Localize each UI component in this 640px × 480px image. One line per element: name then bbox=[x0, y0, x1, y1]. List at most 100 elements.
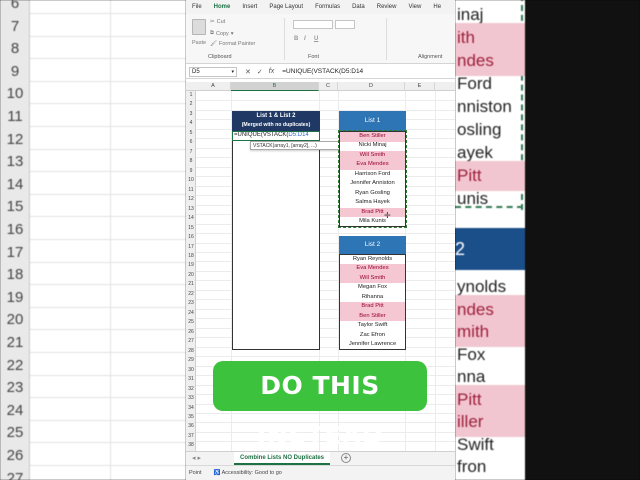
bold-button[interactable]: B bbox=[294, 36, 298, 42]
background-row-number: 19 bbox=[6, 288, 24, 306]
row-header[interactable]: 36 bbox=[186, 422, 196, 432]
background-row-number: 14 bbox=[6, 175, 24, 193]
background-row-number: 6 bbox=[10, 0, 20, 12]
font-size-box[interactable] bbox=[335, 20, 355, 29]
list-item[interactable]: Brad Pitt bbox=[340, 302, 405, 312]
ribbon-tab-view[interactable]: View bbox=[402, 0, 427, 14]
row-header[interactable]: 5 bbox=[186, 129, 196, 139]
row-header[interactable]: 12 bbox=[186, 195, 196, 205]
background-gridline bbox=[30, 193, 186, 195]
ribbon-tab-formulas[interactable]: Formulas bbox=[309, 0, 346, 14]
row-header[interactable]: 7 bbox=[186, 148, 196, 158]
column-header-c[interactable]: C bbox=[319, 82, 338, 91]
status-bar: Point ♿ Accessibility: Good to go bbox=[186, 465, 455, 480]
row-header[interactable]: 37 bbox=[186, 432, 196, 442]
column-header-d[interactable]: D bbox=[338, 82, 405, 91]
background-gridline bbox=[30, 35, 186, 37]
row-header[interactable]: 14 bbox=[186, 214, 196, 224]
row-header[interactable]: 33 bbox=[186, 394, 196, 404]
cut-label: Cut bbox=[216, 19, 226, 25]
background-row-number: 11 bbox=[7, 108, 23, 125]
row-header[interactable]: 17 bbox=[186, 243, 196, 253]
list-item[interactable]: Will Smith bbox=[340, 273, 405, 284]
ribbon-tab-home[interactable]: Home bbox=[207, 0, 237, 15]
formula-input[interactable]: =UNIQUE(VSTACK(D5:D14 bbox=[282, 68, 363, 75]
row-header[interactable]: 8 bbox=[186, 157, 196, 167]
row-header[interactable]: 22 bbox=[186, 290, 196, 300]
format-painter-button[interactable]: 🖌 Format Painter bbox=[210, 41, 255, 47]
ribbon-tab-he[interactable]: He bbox=[427, 0, 447, 14]
row-header[interactable]: 24 bbox=[186, 309, 196, 319]
row-header[interactable]: 23 bbox=[186, 299, 196, 309]
sheet-nav-arrows[interactable]: ◂ ▸ bbox=[192, 454, 201, 462]
row-header[interactable]: 21 bbox=[186, 280, 196, 290]
paste-button[interactable]: Paste bbox=[192, 40, 206, 46]
background-row-number: 25 bbox=[6, 424, 24, 442]
list-item[interactable]: Ryan Reynolds bbox=[340, 255, 405, 265]
row-header[interactable]: 3 bbox=[186, 110, 196, 120]
ribbon-tab-page-layout[interactable]: Page Layout bbox=[263, 0, 309, 14]
row-headers: 1 2 3 4 5 6 7 8 9 10 11 12 13 14 15 16 17 18 19 20 21 22 23 24 2… bbox=[186, 91, 196, 451]
list-item[interactable]: Eva Mendes bbox=[340, 264, 405, 274]
row-header[interactable]: 4 bbox=[186, 119, 196, 129]
merged-table-body[interactable] bbox=[232, 131, 320, 350]
row-header[interactable]: 19 bbox=[186, 261, 196, 271]
row-header[interactable]: 1 bbox=[186, 91, 196, 101]
list-item[interactable]: Taylor Swift bbox=[340, 321, 405, 331]
underline-button[interactable]: U bbox=[314, 36, 318, 42]
row-header[interactable]: 31 bbox=[186, 375, 196, 385]
ribbon-tab-review[interactable]: Review bbox=[371, 0, 403, 14]
row-header[interactable]: 9 bbox=[186, 167, 196, 177]
row-header[interactable]: 10 bbox=[186, 176, 196, 186]
row-header[interactable]: 30 bbox=[186, 366, 196, 376]
tooltip-text: VSTACK(array1, [array2], ...) bbox=[253, 143, 317, 149]
row-header[interactable]: 20 bbox=[186, 271, 196, 281]
insert-function-icon[interactable]: fx bbox=[269, 68, 274, 76]
row-header[interactable]: 25 bbox=[186, 318, 196, 328]
row-header[interactable]: 11 bbox=[186, 186, 196, 196]
font-name-box[interactable] bbox=[293, 20, 333, 29]
row-header[interactable]: 6 bbox=[186, 138, 196, 148]
row-header[interactable]: 18 bbox=[186, 252, 196, 262]
row-header[interactable]: 28 bbox=[186, 347, 196, 357]
background-row-number: 27 bbox=[6, 469, 24, 480]
row-header[interactable]: 32 bbox=[186, 385, 196, 395]
accessibility-status[interactable]: ♿ Accessibility: Good to go bbox=[214, 470, 282, 476]
row-header[interactable]: 38 bbox=[186, 441, 196, 451]
cut-button[interactable]: ✂ Cut bbox=[210, 19, 225, 25]
column-header-e[interactable]: E bbox=[405, 82, 435, 91]
active-cell-editor[interactable]: =UNIQUE(VSTACK(D5:D14 bbox=[232, 131, 320, 141]
list-item[interactable]: Jennifer Lawrence bbox=[340, 340, 405, 350]
background-gridline bbox=[30, 284, 186, 286]
row-header[interactable]: 35 bbox=[186, 413, 196, 423]
column-header-b[interactable]: B bbox=[231, 82, 319, 91]
row-header[interactable]: 27 bbox=[186, 337, 196, 347]
ribbon-tab-file[interactable]: File bbox=[186, 0, 208, 14]
paste-icon[interactable] bbox=[192, 19, 206, 35]
list-item[interactable]: Megan Fox bbox=[340, 283, 405, 293]
brush-icon: 🖌 bbox=[210, 41, 217, 47]
copy-button[interactable]: ⧉ Copy ▾ bbox=[210, 30, 234, 37]
row-header[interactable]: 15 bbox=[186, 224, 196, 234]
list-item[interactable]: Zac Efron bbox=[340, 331, 405, 341]
ribbon-tab-insert[interactable]: Insert bbox=[236, 0, 263, 14]
list1-title: List 1 bbox=[364, 117, 381, 124]
name-box[interactable]: D5 ▾ bbox=[189, 66, 237, 77]
background-gridline bbox=[30, 397, 186, 399]
italic-button[interactable]: I bbox=[304, 36, 306, 42]
row-header[interactable]: 13 bbox=[186, 205, 196, 215]
ribbon-tab-data[interactable]: Data bbox=[346, 0, 371, 14]
row-header[interactable]: 2 bbox=[186, 100, 196, 110]
list-item[interactable]: Ben Stiller bbox=[340, 311, 405, 322]
enter-icon[interactable]: ✓ bbox=[257, 68, 263, 76]
background-gridline bbox=[30, 352, 186, 353]
cancel-icon[interactable]: ✕ bbox=[245, 68, 251, 76]
row-header[interactable]: 26 bbox=[186, 328, 196, 338]
row-header[interactable]: 34 bbox=[186, 404, 196, 414]
list-item[interactable]: Rihanna bbox=[340, 293, 405, 303]
background-row-number: 22 bbox=[6, 356, 24, 374]
row-header[interactable]: 16 bbox=[186, 233, 196, 243]
background-gridline bbox=[30, 374, 186, 376]
row-header[interactable]: 29 bbox=[186, 356, 196, 366]
column-header-a[interactable]: A bbox=[196, 82, 231, 91]
